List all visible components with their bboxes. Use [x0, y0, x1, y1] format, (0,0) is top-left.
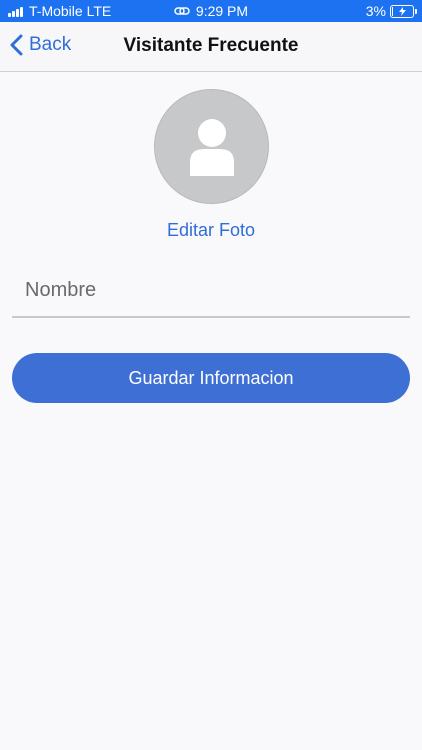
battery-fill [392, 6, 393, 16]
name-input[interactable] [12, 268, 410, 312]
navigation-bar: Back Visitante Frecuente [0, 22, 422, 72]
battery-percent: 3% [365, 3, 386, 19]
status-bar: T-Mobile LTE 9:29 PM 3% [0, 0, 422, 22]
input-underline [12, 316, 410, 318]
bolt-icon [398, 6, 406, 16]
status-time: 9:29 PM [195, 3, 249, 19]
avatar[interactable] [154, 89, 269, 204]
person-icon [189, 118, 234, 176]
edit-photo-link[interactable]: Editar Foto [0, 220, 422, 241]
battery-icon [390, 4, 417, 18]
page-title: Visitante Frecuente [123, 35, 299, 56]
battery-area: 3% [365, 3, 417, 19]
time-area: 9:29 PM [0, 3, 422, 19]
save-button[interactable]: Guardar Informacion [12, 353, 410, 403]
link-icon [174, 5, 190, 17]
